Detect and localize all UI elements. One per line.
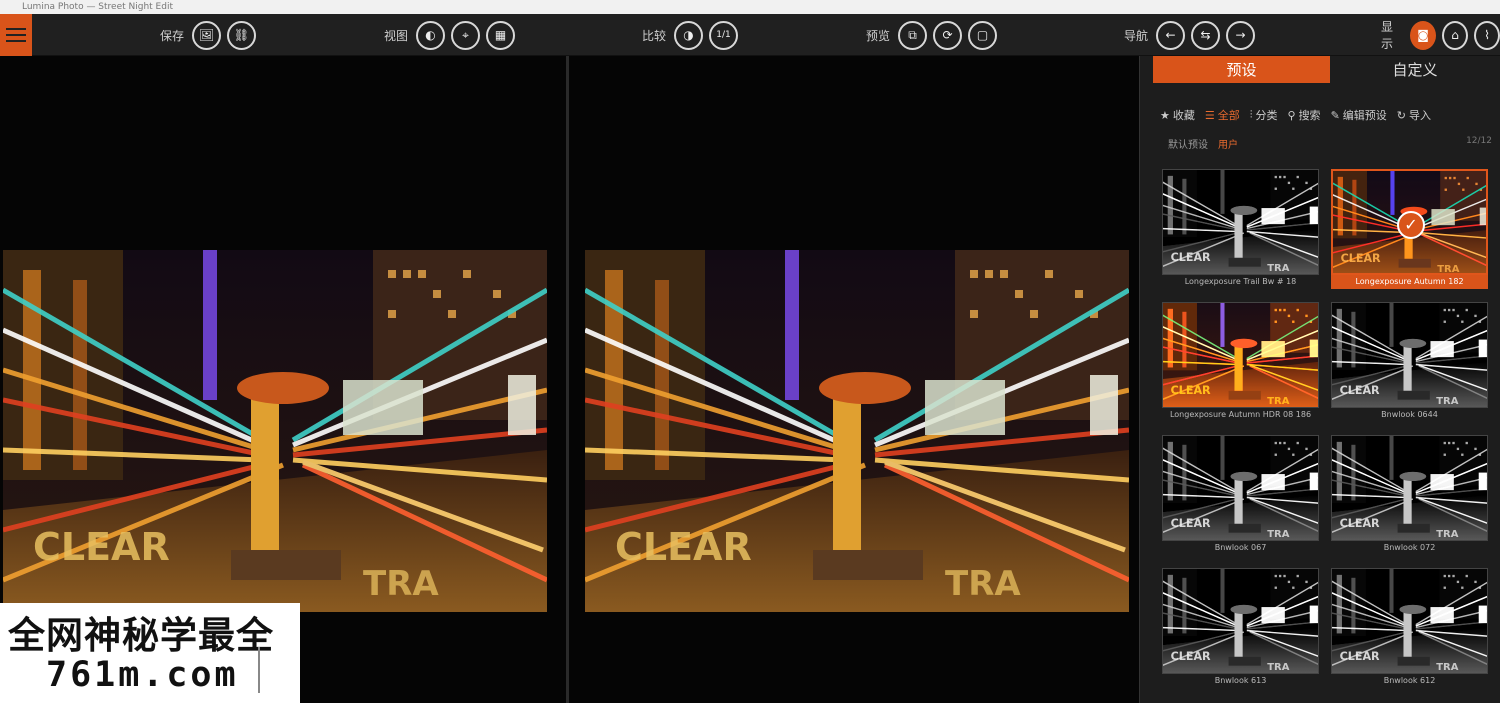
grid-view-icon[interactable]: ▦	[486, 20, 516, 50]
preset-preview-image	[1162, 169, 1319, 275]
back-arrow-icon[interactable]: ←	[1156, 20, 1186, 50]
compare-divider[interactable]	[566, 56, 569, 703]
preset-thumbnail[interactable]: Bnwlook 613	[1162, 568, 1319, 692]
preset-name: Bnwlook 072	[1383, 543, 1436, 552]
histogram-icon[interactable]: ⌇	[1474, 20, 1500, 50]
group-label: 保存	[160, 28, 185, 43]
preset-preview-image	[1162, 568, 1319, 674]
window-title-bar: Lumina Photo — Street Night Edit	[0, 0, 1500, 14]
group-label: 比较	[642, 28, 667, 43]
watermark-line1: 全网神秘学最全	[8, 614, 274, 657]
subtab-default[interactable]: 默认预设	[1168, 136, 1208, 151]
search-icon: ⚲	[1287, 108, 1296, 122]
preset-name: Bnwlook 613	[1214, 676, 1267, 685]
refresh-icon: ↻	[1396, 108, 1406, 122]
tag-icon: ⫶	[1249, 108, 1253, 121]
toolbar-group-navigate: 导航 ← ⇆ →	[1124, 20, 1256, 50]
preset-name: Longexposure Autumn 182	[1331, 275, 1488, 289]
watermark-line2: 761m.com	[46, 655, 239, 695]
filter-edit-presets[interactable]: ✎ 编辑预设	[1331, 107, 1387, 123]
preset-preview-image: ✓	[1331, 169, 1488, 275]
subtab-user[interactable]: 用户	[1218, 136, 1238, 151]
crop-icon[interactable]: ⧉	[898, 20, 928, 50]
filter-favorites[interactable]: ★ 收藏	[1160, 107, 1195, 123]
tab-custom[interactable]: 自定义	[1330, 56, 1500, 83]
toolbar-group-preview: 预览 ⧉ ⟳ ▢	[866, 20, 998, 50]
swap-icon[interactable]: ⇆	[1191, 20, 1221, 50]
preset-name: Bnwlook 067	[1214, 543, 1267, 552]
filter-all[interactable]: ☰ 全部	[1205, 107, 1240, 123]
preset-thumbnail[interactable]: Bnwlook 612	[1331, 568, 1488, 692]
window-title: Lumina Photo — Street Night Edit	[22, 2, 173, 12]
group-label: 导航	[1124, 28, 1149, 43]
preset-preview-image	[1162, 435, 1319, 541]
split-compare-icon[interactable]: ◑	[674, 20, 704, 50]
preset-thumbnail[interactable]: ✓ Longexposure Autumn 182	[1331, 169, 1488, 293]
filter-category[interactable]: ⫶ 分类	[1250, 107, 1278, 123]
preset-filter-bar: ★ 收藏 ☰ 全部 ⫶ 分类 ⚲ 搜索 ✎ 编辑预设 ↻ 导入	[1160, 107, 1431, 123]
preset-subtabs: 默认预设 用户	[1168, 136, 1238, 151]
toolbar-group-display: 显示 ◙ ⌂ ⌇	[1381, 20, 1500, 51]
preset-count: 12/12	[1466, 136, 1492, 146]
preset-preview-image	[1331, 568, 1488, 674]
before-image[interactable]	[3, 250, 547, 612]
edit-icon: ✎	[1330, 108, 1340, 122]
preset-name: Longexposure Autumn HDR 08 186	[1169, 410, 1312, 419]
hamburger-menu-button[interactable]	[0, 14, 32, 56]
preset-thumbnail[interactable]: Longexposure Autumn HDR 08 186	[1162, 302, 1319, 426]
preset-name: Longexposure Trail Bw # 18	[1184, 277, 1297, 286]
link-icon[interactable]: ⛓	[227, 20, 257, 50]
after-image[interactable]	[585, 250, 1129, 612]
grid-icon: ☰	[1204, 108, 1215, 122]
site-watermark: 全网神秘学最全 761m.com	[0, 603, 300, 703]
preset-name: Bnwlook 612	[1383, 676, 1436, 685]
star-icon: ★	[1160, 108, 1170, 122]
preset-name: Bnwlook 0644	[1381, 410, 1438, 419]
preset-preview-image	[1162, 302, 1319, 408]
preset-thumbnail[interactable]: Bnwlook 072	[1331, 435, 1488, 559]
preset-thumbnail[interactable]: Bnwlook 0644	[1331, 302, 1488, 426]
presets-panel: 预设 自定义 ★ 收藏 ☰ 全部 ⫶ 分类 ⚲ 搜索 ✎ 编辑预设 ↻ 导入 默认预设 用户…	[1139, 56, 1500, 703]
group-label: 视图	[384, 28, 409, 43]
group-label: 预览	[866, 28, 891, 43]
top-toolbar: 保存 🖼 ⛓ 视图 ◐ ⌖ ▦ 比较 ◑ 1/1 预览 ⧉ ⟳ ▢ 导航 ← ⇆…	[0, 14, 1500, 56]
toolbar-group-save: 保存 🖼 ⛓	[160, 20, 257, 50]
preset-thumbnail[interactable]: Longexposure Trail Bw # 18	[1162, 169, 1319, 293]
contrast-icon[interactable]: ◐	[416, 20, 446, 50]
target-icon[interactable]: ⌖	[451, 20, 481, 50]
presets-panel-icon[interactable]: ◙	[1410, 20, 1437, 50]
toolbar-group-view: 视图 ◐ ⌖ ▦	[384, 20, 516, 50]
preset-thumbnail[interactable]: Bnwlook 067	[1162, 435, 1319, 559]
filter-import[interactable]: ↻ 导入	[1397, 107, 1431, 123]
watermark-bar	[258, 647, 260, 693]
image-icon[interactable]: 🖼	[192, 20, 222, 50]
group-label: 显示	[1381, 20, 1394, 51]
frame-icon[interactable]: ▢	[968, 20, 998, 50]
tab-presets[interactable]: 预设	[1153, 56, 1330, 83]
filter-search[interactable]: ⚲ 搜索	[1288, 107, 1321, 123]
forward-arrow-icon[interactable]: →	[1226, 20, 1256, 50]
selected-check-icon: ✓	[1397, 211, 1425, 239]
rotate-icon[interactable]: ⟳	[933, 20, 963, 50]
home-icon[interactable]: ⌂	[1442, 20, 1469, 50]
preset-preview-image	[1331, 302, 1488, 408]
actual-size-button[interactable]: 1/1	[709, 20, 739, 50]
preset-preview-image	[1331, 435, 1488, 541]
toolbar-group-compare: 比较 ◑ 1/1	[642, 20, 739, 50]
